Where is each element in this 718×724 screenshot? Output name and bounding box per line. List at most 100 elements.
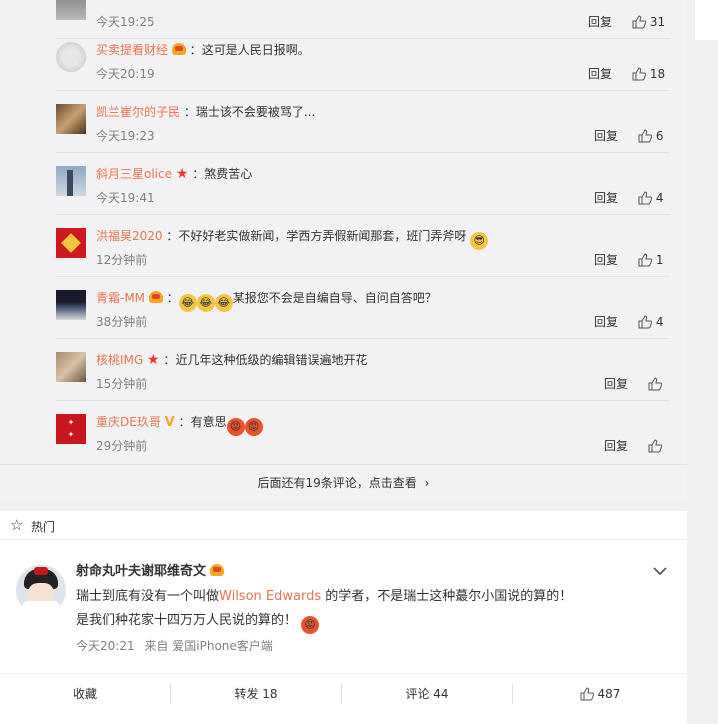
- favorite-button[interactable]: 收藏: [0, 674, 170, 714]
- comment-button[interactable]: 评论 44: [342, 674, 512, 714]
- like-button[interactable]: 4: [638, 190, 663, 206]
- like-button[interactable]: 1: [638, 252, 663, 268]
- reply-button[interactable]: 回复: [588, 66, 612, 82]
- comment-text: 不好好老实做新闻，学西方弄假新闻那套，班门弄斧呀: [178, 229, 467, 243]
- comment-username[interactable]: 洪福昊2020: [96, 229, 163, 243]
- comment-text: 瑞士该不会要被骂了...: [195, 105, 316, 119]
- star-badge-icon: ★: [175, 166, 189, 182]
- comment-separator: ：: [189, 43, 202, 57]
- hot-header: ☆ 热门: [0, 511, 687, 540]
- comment-list: 今天19:25 回复 31 买卖提看财经 ：这可是人民日报啊。 今天20:19 …: [0, 0, 687, 500]
- laughing-emoji-icon: 😂: [214, 294, 233, 312]
- comment-separator: ：: [163, 353, 176, 367]
- post-author-name[interactable]: 射命丸叶夫谢耶维奇文: [76, 564, 206, 579]
- hot-post-card: ☆ 热门 射命丸叶夫谢耶维奇文 瑞士到底有没有一个叫做Wilson Edward…: [0, 511, 687, 724]
- comment-time: 今天19:23: [96, 129, 155, 143]
- like-button[interactable]: [648, 438, 662, 454]
- comment-username[interactable]: 斜月三星olice: [96, 167, 172, 181]
- star-badge-icon: ★: [147, 352, 160, 368]
- thumbs-up-icon: [638, 315, 652, 329]
- comment-username[interactable]: 重庆DE玖哥: [96, 415, 161, 429]
- post-author-line: 射命丸叶夫谢耶维奇文: [76, 562, 224, 581]
- post-like-button[interactable]: 487: [513, 674, 687, 714]
- thumbs-up-icon: [638, 129, 652, 143]
- comment-username[interactable]: 青霜-MM: [96, 291, 145, 305]
- thumbs-up-icon: [580, 687, 594, 701]
- angry-emoji-icon: 😡: [301, 616, 320, 634]
- avatar[interactable]: [56, 0, 86, 20]
- comment-item: 买卖提看财经 ：这可是人民日报啊。 今天20:19 回复 18: [56, 28, 670, 91]
- sunglasses-emoji-icon: 😎: [470, 232, 489, 250]
- like-button[interactable]: 4: [638, 314, 663, 330]
- post-like-count: 487: [597, 687, 621, 701]
- comment-separator: ：: [166, 229, 179, 243]
- post-text-line-2: 是我们种花家十四万万人民说的算的！ 😡: [76, 611, 320, 634]
- avatar[interactable]: [56, 166, 86, 196]
- repost-label: 转发 18: [234, 687, 278, 701]
- post-source[interactable]: 爱国iPhone客户端: [172, 639, 273, 653]
- more-comments-link[interactable]: 后面还有19条评论，点击查看 ›: [0, 464, 687, 501]
- comment-item: 斜月三星olice ★ ：煞费苦心 今天19:41 回复 4: [56, 152, 670, 215]
- like-button[interactable]: 18: [632, 66, 665, 82]
- vip-crown-icon: [209, 564, 224, 576]
- post-action-bar: 收藏 转发 18 评论 44 487: [0, 673, 687, 714]
- thumbs-up-icon: [648, 377, 662, 391]
- like-button[interactable]: [648, 376, 662, 392]
- angry-emoji-icon: 😡: [244, 418, 263, 436]
- reply-button[interactable]: 回复: [594, 128, 618, 144]
- chevron-down-icon[interactable]: [653, 566, 667, 576]
- comment-text: 煞费苦心: [204, 167, 253, 181]
- avatar[interactable]: [56, 352, 86, 382]
- more-comments-label: 后面还有19条评论，点击查看: [257, 476, 417, 490]
- reply-button[interactable]: 回复: [594, 314, 618, 330]
- comment-time: 12分钟前: [96, 253, 148, 267]
- hot-label: 热门: [31, 520, 56, 534]
- vip-crown-icon: [171, 43, 186, 55]
- thumbs-up-icon: [648, 439, 662, 453]
- reply-button[interactable]: 回复: [594, 252, 618, 268]
- laughing-emoji-icon: 😂: [196, 294, 215, 312]
- verified-v-icon: V: [164, 415, 175, 430]
- avatar[interactable]: [56, 290, 86, 320]
- like-button[interactable]: 6: [638, 128, 663, 144]
- avatar[interactable]: ✦ ✦: [56, 414, 86, 444]
- post-time[interactable]: 今天20:21: [76, 639, 135, 653]
- comment-time: 29分钟前: [96, 439, 148, 453]
- post-text-second: 是我们种花家十四万万人民说的算的！: [76, 613, 298, 628]
- comment-username[interactable]: 买卖提看财经: [96, 43, 168, 57]
- laughing-emoji-icon: 😂: [178, 294, 197, 312]
- favorite-label: 收藏: [72, 687, 97, 701]
- reply-button[interactable]: 回复: [604, 376, 628, 392]
- post-author-avatar[interactable]: [16, 565, 66, 615]
- vip-crown-icon: [148, 291, 163, 303]
- reply-button[interactable]: 回复: [604, 438, 628, 454]
- comment-username[interactable]: 核桃IMG: [96, 353, 143, 367]
- comment-text: 有意思: [190, 415, 227, 429]
- comment-time: 15分钟前: [96, 377, 148, 391]
- post-text-line-1: 瑞士到底有没有一个叫做Wilson Edwards 的学者，不是瑞士这种蕞尔小国…: [76, 587, 572, 607]
- post-source-prefix: 来自: [144, 639, 169, 653]
- angry-emoji-icon: 😡: [226, 418, 245, 436]
- comment-time: 今天19:41: [96, 191, 155, 205]
- comment-separator: ：: [183, 105, 196, 119]
- thumbs-up-icon: [632, 15, 646, 29]
- chevron-right-icon: ›: [424, 476, 430, 490]
- like-count: 4: [655, 191, 664, 205]
- comment-text: 近几年这种低级的编辑错误遍地开花: [175, 353, 368, 367]
- comment-separator: ：: [178, 415, 191, 429]
- comment-username[interactable]: 凯兰崔尔的子民: [96, 105, 180, 119]
- comment-label: 评论 44: [405, 687, 449, 701]
- comment-text: 这可是人民日报啊。: [201, 43, 310, 57]
- repost-button[interactable]: 转发 18: [171, 674, 341, 714]
- comment-separator: ：: [192, 167, 205, 181]
- thumbs-up-icon: [638, 191, 652, 205]
- scroll-area-edge: [695, 0, 718, 40]
- avatar[interactable]: [56, 42, 86, 72]
- post-link[interactable]: Wilson Edwards: [219, 589, 321, 604]
- like-count: 6: [655, 129, 664, 143]
- avatar[interactable]: [56, 228, 86, 258]
- comment-item: ✦ ✦ 重庆DE玖哥 V ：有意思 😡 😡 29分钟前 回复: [56, 400, 670, 462]
- thumbs-up-icon: [638, 253, 652, 267]
- avatar[interactable]: [56, 104, 86, 134]
- reply-button[interactable]: 回复: [594, 190, 618, 206]
